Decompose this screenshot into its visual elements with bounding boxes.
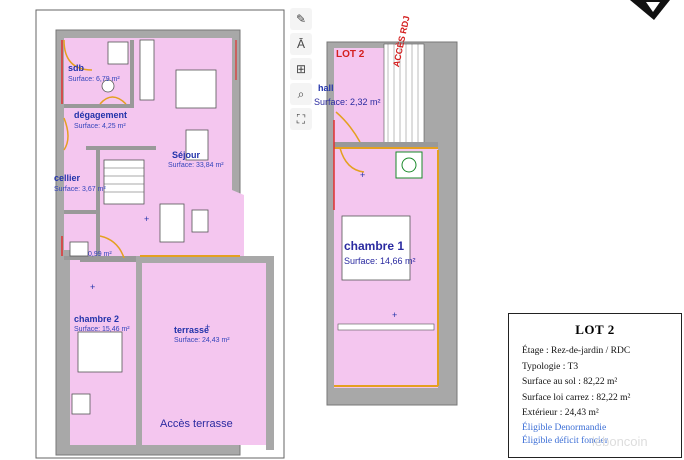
room-label-sejour: Séjour: [172, 150, 201, 160]
room-surface-terrasse: Surface: 24,43 m²: [174, 337, 230, 344]
room-label-chambre-2: chambre 2: [74, 314, 120, 324]
room-label-cellier: cellier: [54, 173, 81, 183]
room-label-chambre-1: chambre 1: [344, 239, 405, 253]
card-line-etage: Étage : Rez-de-jardin / RDC: [522, 346, 631, 356]
crop-icon[interactable]: ⛶: [290, 108, 312, 130]
svg-text:+: +: [392, 310, 397, 320]
lot-label: LOT 2: [336, 49, 365, 60]
card-line-surface-carrez: Surface loi carrez : 82,22 m²: [522, 392, 631, 403]
text-recognize-icon[interactable]: Ā: [290, 33, 312, 55]
svg-text:+: +: [90, 282, 95, 292]
room-surface-wc: 0,99 m²: [88, 251, 112, 258]
room-surface-cellier: Surface: 3,67 m²: [54, 186, 106, 193]
room-surface-chambre-1: Surface: 14,66 m²: [344, 256, 416, 266]
room-surface-chambre-2: Surface: 15,46 m²: [74, 326, 130, 333]
room-label-hall: hall: [318, 83, 334, 93]
card-line-surface-sol: Surface au sol : 82,22 m²: [522, 377, 618, 387]
image-add-icon[interactable]: ⊞: [290, 58, 312, 80]
room-surface-sdb: Surface: 6,79 m²: [68, 76, 120, 83]
access-terrasse-label: Accès terrasse: [160, 418, 233, 430]
card-line-typologie: Typologie : T3: [522, 361, 579, 372]
card-line-exterieur: Extérieur : 24,43 m²: [522, 408, 599, 418]
image-edit-icon[interactable]: ✎: [290, 8, 312, 30]
room-label-terrasse: terrasse: [174, 325, 210, 335]
watermark-brand: leboncoin: [592, 434, 648, 449]
room-surface-degagement: Surface: 4,25 m²: [74, 123, 126, 130]
room-surface-hall: Surface: 2,32 m²: [314, 97, 381, 107]
room-label-degagement: dégagement: [74, 110, 128, 120]
room-surface-sejour: Surface: 33,84 m²: [168, 162, 224, 169]
svg-text:+: +: [144, 214, 149, 224]
room-label-sdb: sdb: [68, 63, 85, 73]
card-link-denormandie[interactable]: Éligible Denormandie: [522, 422, 681, 435]
image-toolbar: ✎ Ā ⊞ ⌕ ⛶: [290, 8, 314, 133]
svg-text:+: +: [360, 170, 365, 180]
card-title: LOT 2: [575, 322, 615, 337]
zoom-icon[interactable]: ⌕: [290, 83, 312, 105]
